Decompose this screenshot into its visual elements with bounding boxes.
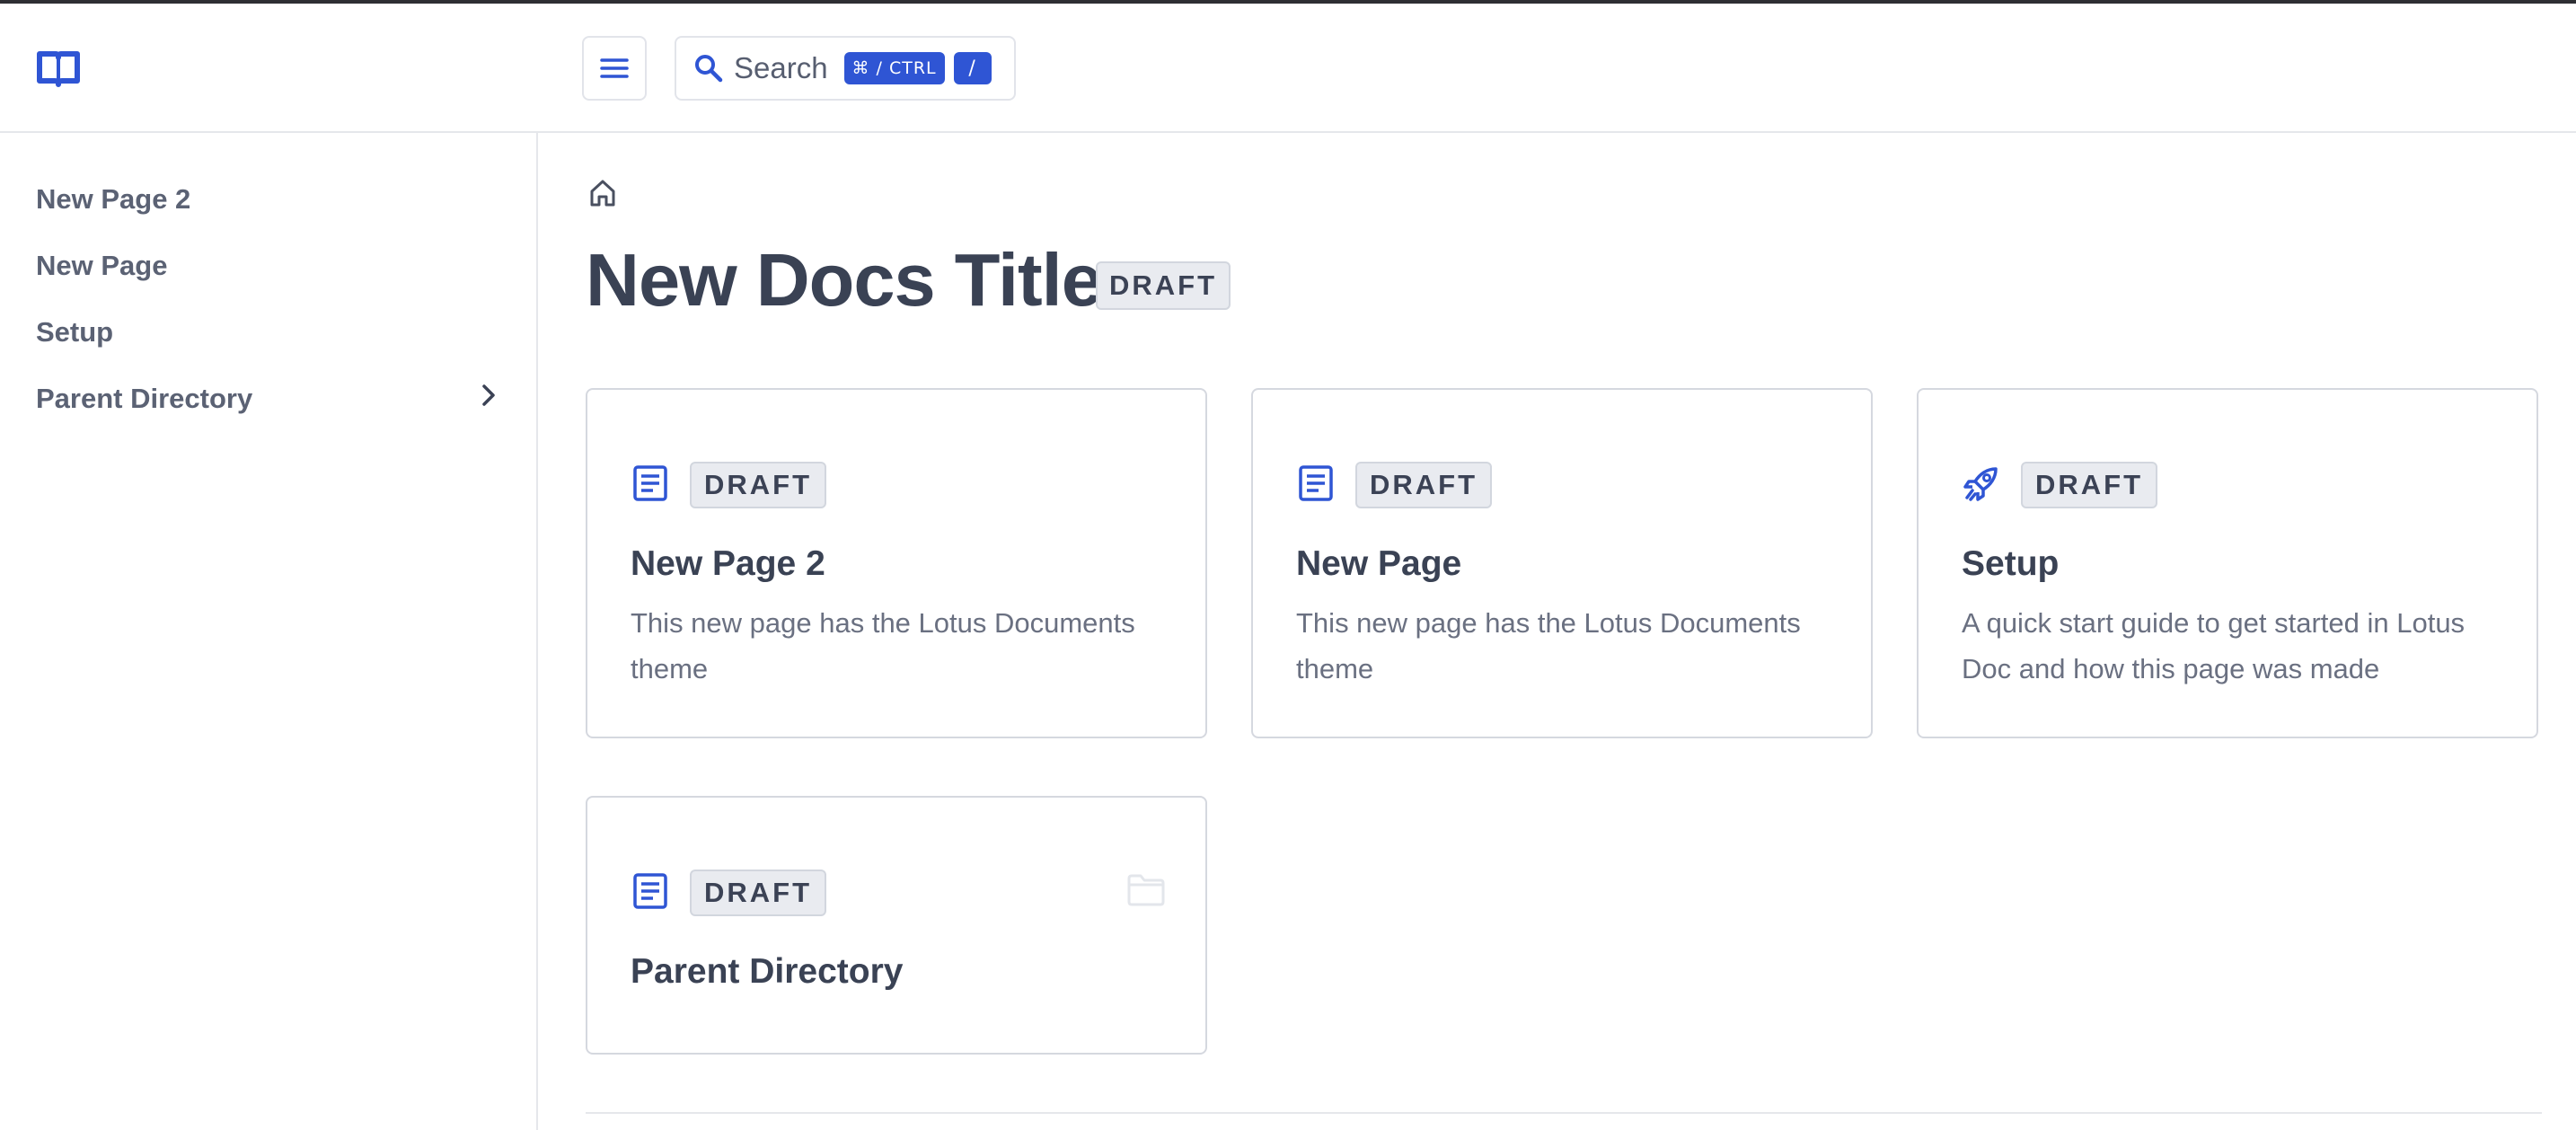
- draft-badge: DRAFT: [2021, 462, 2157, 508]
- card-description: This new page has the Lotus Documents th…: [1296, 607, 1801, 684]
- search-button[interactable]: Search ⌘ / CTRL /: [675, 36, 1016, 101]
- sidebar-item-new-page-2[interactable]: New Page 2: [36, 183, 190, 216]
- card-setup[interactable]: DRAFT Setup A quick start guide to get s…: [1917, 388, 2538, 738]
- card-title: New Page 2: [631, 544, 825, 583]
- draft-badge: DRAFT: [1096, 261, 1231, 310]
- card-new-page[interactable]: DRAFT New Page This new page has the Lot…: [1251, 388, 1873, 738]
- shortcut-modifier-key: ⌘ / CTRL: [843, 52, 945, 84]
- folder-icon: [1126, 873, 1166, 907]
- hamburger-menu-icon: [600, 57, 629, 79]
- document-icon: [631, 871, 670, 911]
- card-new-page-2[interactable]: DRAFT New Page 2 This new page has the L…: [586, 388, 1207, 738]
- sidebar-item-setup[interactable]: Setup: [36, 316, 113, 349]
- document-icon: [1296, 463, 1336, 503]
- sidebar-item-new-page[interactable]: New Page: [36, 250, 167, 282]
- card-title: New Page: [1296, 544, 1462, 583]
- card-title: Setup: [1962, 544, 2060, 583]
- page-title: New Docs Title: [586, 238, 1103, 322]
- draft-badge: DRAFT: [690, 870, 826, 916]
- search-label: Search: [734, 51, 828, 84]
- chevron-right-icon[interactable]: [474, 381, 503, 410]
- menu-toggle-button[interactable]: [582, 36, 647, 101]
- home-breadcrumb-icon[interactable]: [587, 178, 618, 208]
- book-logo-icon[interactable]: [36, 50, 81, 88]
- sidebar-item-parent-directory[interactable]: Parent Directory: [36, 383, 252, 415]
- top-header: Search ⌘ / CTRL /: [0, 4, 2576, 133]
- card-title: Parent Directory: [631, 952, 904, 991]
- rocket-icon: [1962, 463, 2001, 503]
- card-description: This new page has the Lotus Documents th…: [631, 607, 1135, 684]
- card-description: A quick start guide to get started in Lo…: [1962, 607, 2466, 684]
- document-icon: [631, 463, 670, 503]
- shortcut-slash-key: /: [953, 52, 992, 84]
- sidebar-nav: New Page 2 New Page Setup Parent Directo…: [0, 133, 538, 1130]
- draft-badge: DRAFT: [690, 462, 826, 508]
- card-parent-directory[interactable]: DRAFT Parent Directory: [586, 796, 1207, 1055]
- draft-badge: DRAFT: [1355, 462, 1492, 508]
- content-divider: [586, 1112, 2542, 1114]
- search-icon: [693, 52, 725, 84]
